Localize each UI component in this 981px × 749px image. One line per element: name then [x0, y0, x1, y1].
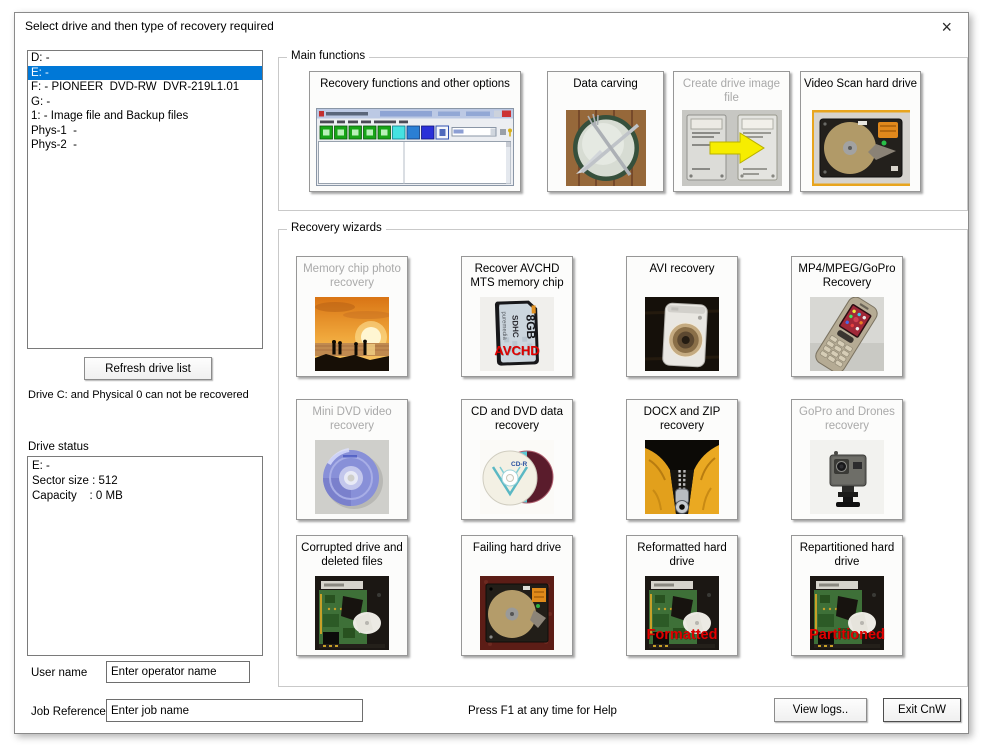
wizard-button-reformatted-drive[interactable]: Reformatted hard drive Formatted: [626, 535, 738, 656]
formatted-overlay-text: Formatted: [646, 627, 718, 643]
two-hard-drives-arrow-photo-icon: [682, 110, 782, 186]
drive-status-line: Capacity : 0 MB: [32, 490, 123, 502]
drive-list-item[interactable]: F: - PIONEER DVD-RW DVR-219L1.01: [28, 80, 262, 95]
wizard-button-label: GoPro and Drones recovery: [799, 406, 895, 432]
close-icon[interactable]: ×: [941, 18, 952, 36]
partitioned-overlay-text: Partitioned: [809, 627, 885, 643]
wizard-button-avchd-mts[interactable]: Recover AVCHD MTS memory chip AVCHD: [461, 256, 573, 377]
user-name-input[interactable]: [106, 661, 250, 683]
drive-note-text: Drive C: and Physical 0 can not be recov…: [28, 389, 249, 401]
drive-list-item-selected[interactable]: E: -: [28, 65, 262, 80]
main-button-label: Create drive image file: [682, 78, 781, 104]
cnw-app-window-image-icon: [316, 108, 514, 186]
recovery-wizards-legend: Recovery wizards: [287, 222, 386, 234]
wizard-button-label: DOCX and ZIP recovery: [643, 406, 721, 432]
open-hard-drive-photo-icon: [812, 110, 910, 186]
open-hard-drive-platter-photo-icon: [480, 576, 554, 650]
dialog-title: Select drive and then type of recovery r…: [25, 19, 274, 33]
drive-list-item[interactable]: D: -: [28, 51, 262, 66]
gopro-camera-photo-icon: [810, 440, 884, 514]
plate-and-cutlery-photo-icon: [566, 110, 646, 186]
drive-status-box[interactable]: E: - Sector size : 512 Capacity : 0 MB: [27, 456, 263, 656]
wizard-button-avi-recovery[interactable]: AVI recovery: [626, 256, 738, 377]
hard-drive-pcb-photo-icon: Partitioned: [809, 576, 885, 650]
wizard-button-mini-dvd: Mini DVD video recovery: [296, 399, 408, 520]
drive-status-label: Drive status: [28, 441, 89, 453]
drive-list-item[interactable]: G: -: [28, 95, 262, 110]
main-button-recovery-functions[interactable]: Recovery functions and other options: [309, 71, 521, 192]
drive-list-item[interactable]: Phys-2 -: [28, 138, 262, 153]
main-button-data-carving[interactable]: Data carving: [547, 71, 664, 192]
sd-card-photo-icon: AVCHD: [480, 297, 554, 371]
select-drive-dialog: Select drive and then type of recovery r…: [14, 12, 969, 734]
main-button-label: Video Scan hard drive: [804, 78, 917, 90]
wizard-button-label: CD and DVD data recovery: [470, 406, 564, 432]
avchd-overlay-text: AVCHD: [494, 343, 540, 358]
wizard-button-label: Mini DVD video recovery: [312, 406, 392, 432]
wizard-button-cd-dvd[interactable]: CD and DVD data recovery: [461, 399, 573, 520]
wizard-button-label: Corrupted drive and deleted files: [301, 542, 403, 568]
cd-dvd-discs-photo-icon: [480, 440, 554, 514]
mini-dvd-photo-icon: [315, 440, 389, 514]
wizard-button-memory-chip-photo: Memory chip photo recovery: [296, 256, 408, 377]
mobile-phone-photo-icon: [810, 297, 884, 371]
wizard-button-mp4-mpeg-gopro[interactable]: MP4/MPEG/GoPro Recovery: [791, 256, 903, 377]
wizard-button-repartitioned-drive[interactable]: Repartitioned hard drive Partitioned: [791, 535, 903, 656]
hard-drive-pcb-photo-icon: Formatted: [645, 576, 719, 650]
wizard-button-label: MP4/MPEG/GoPro Recovery: [798, 263, 896, 289]
compact-camera-photo-icon: [645, 297, 719, 371]
exit-cnw-button[interactable]: Exit CnW: [883, 698, 961, 722]
user-name-label: User name: [31, 667, 88, 679]
view-logs-button[interactable]: View logs..: [774, 698, 867, 722]
drive-list[interactable]: D: - E: - F: - PIONEER DVD-RW DVR-219L1.…: [27, 50, 263, 349]
job-reference-label: Job Reference: [31, 706, 106, 718]
refresh-drive-list-button[interactable]: Refresh drive list: [84, 357, 212, 380]
job-reference-input[interactable]: [106, 699, 363, 722]
wizard-button-label: Recover AVCHD MTS memory chip: [470, 263, 564, 289]
main-button-create-drive-image: Create drive image file: [673, 71, 790, 192]
wizard-button-label: Memory chip photo recovery: [303, 263, 401, 289]
drive-list-item[interactable]: 1: - Image file and Backup files: [28, 109, 262, 124]
wizard-button-label: Repartitioned hard drive: [799, 542, 895, 568]
main-functions-legend: Main functions: [287, 50, 370, 62]
help-text: Press F1 at any time for Help: [468, 705, 617, 717]
wizard-button-corrupted-drive[interactable]: Corrupted drive and deleted files: [296, 535, 408, 656]
main-button-video-scan[interactable]: Video Scan hard drive: [800, 71, 921, 192]
main-button-label: Recovery functions and other options: [320, 78, 510, 90]
sunset-beach-photo-icon: [315, 297, 389, 371]
wizard-button-label: Failing hard drive: [472, 542, 562, 554]
drive-status-line: E: -: [32, 460, 50, 472]
wizard-button-docx-zip[interactable]: DOCX and ZIP recovery: [626, 399, 738, 520]
main-button-label: Data carving: [573, 78, 638, 90]
wizard-button-gopro-drones: GoPro and Drones recovery: [791, 399, 903, 520]
drive-status-line: Sector size : 512: [32, 475, 118, 487]
drive-list-item[interactable]: Phys-1 -: [28, 124, 262, 139]
hard-drive-pcb-photo-icon: [315, 576, 389, 650]
zipper-photo-icon: [645, 440, 719, 514]
wizard-button-label: AVI recovery: [649, 263, 715, 275]
wizard-button-label: Reformatted hard drive: [637, 542, 727, 568]
wizard-button-failing-hard-drive[interactable]: Failing hard drive: [461, 535, 573, 656]
